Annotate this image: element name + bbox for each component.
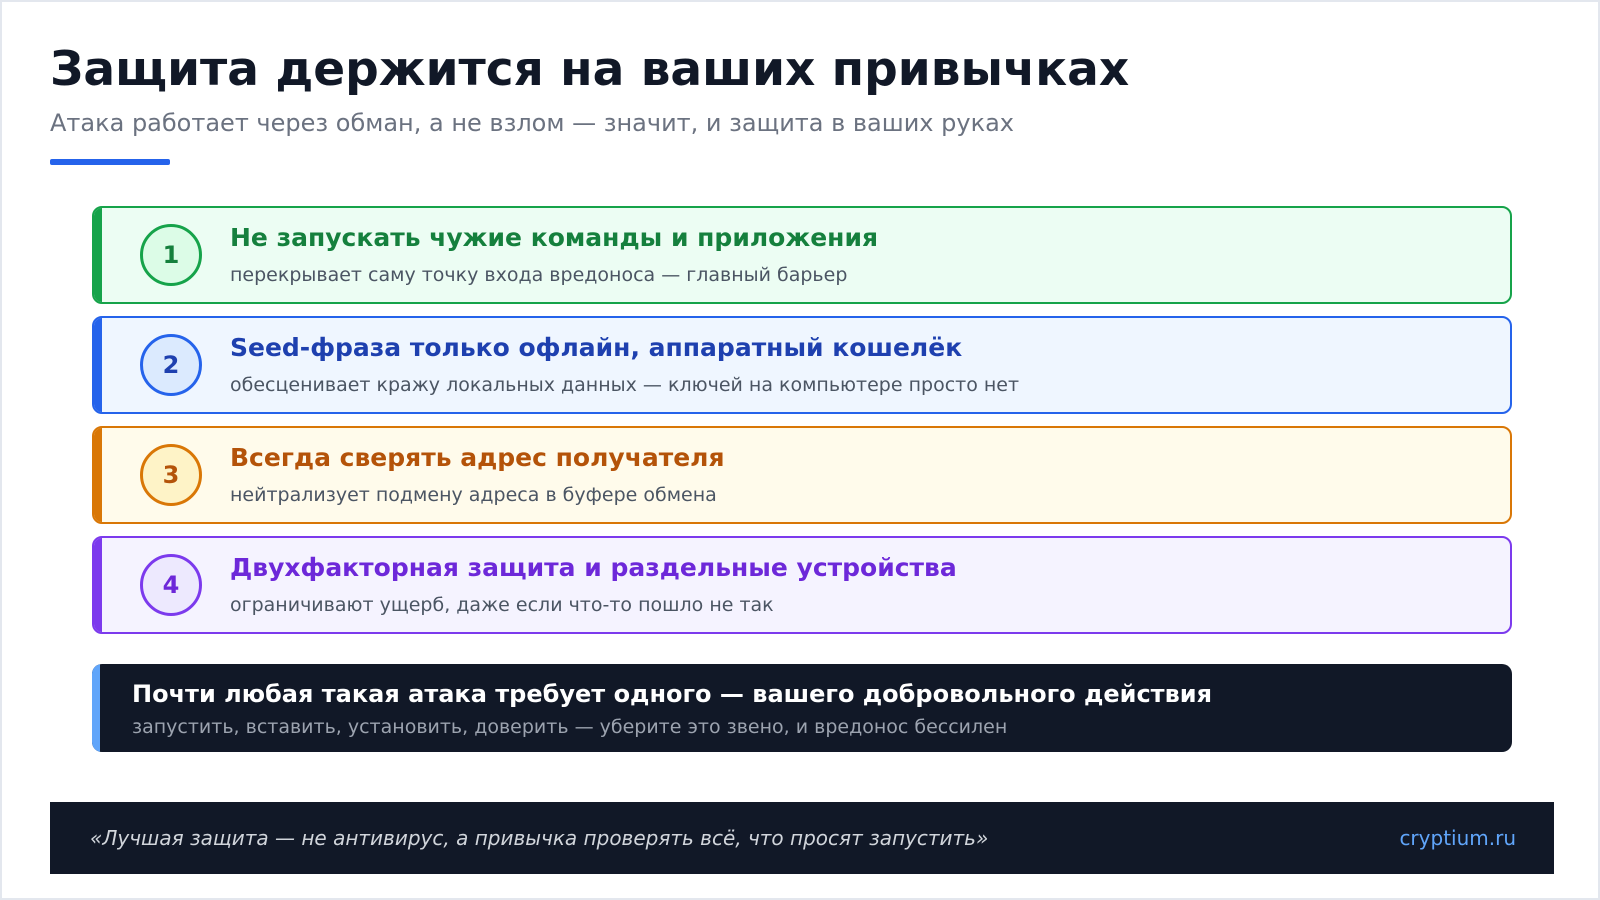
callout-accent-edge bbox=[92, 664, 100, 752]
number-badge: 2 bbox=[140, 334, 202, 396]
habit-title: Не запускать чужие команды и приложения bbox=[230, 223, 879, 252]
habit-title: Seed-фраза только офлайн, аппаратный кош… bbox=[230, 333, 963, 362]
number-badge: 3 bbox=[140, 444, 202, 506]
habit-title: Всегда сверять адрес получателя bbox=[230, 443, 725, 472]
footer-quote: «Лучшая защита — не антивирус, а привычк… bbox=[90, 826, 989, 850]
key-takeaway-callout: Почти любая такая атака требует одного —… bbox=[92, 664, 1512, 752]
footer-bar: «Лучшая защита — не антивирус, а привычк… bbox=[50, 802, 1554, 874]
card-accent-edge bbox=[94, 428, 102, 522]
page-subtitle: Атака работает через обман, а не взлом —… bbox=[50, 109, 1014, 137]
habit-card-4: 4 Двухфакторная защита и раздельные устр… bbox=[92, 536, 1512, 634]
callout-title: Почти любая такая атака требует одного —… bbox=[132, 680, 1212, 708]
site-link[interactable]: cryptium.ru bbox=[1399, 826, 1516, 850]
page-title: Защита держится на ваших привычках bbox=[50, 42, 1130, 97]
habit-description: перекрывает саму точку входа вредоноса —… bbox=[230, 264, 848, 286]
habit-description: обесценивает кражу локальных данных — кл… bbox=[230, 374, 1020, 396]
title-accent-bar bbox=[50, 159, 170, 165]
card-accent-edge bbox=[94, 538, 102, 632]
habit-card-3: 3 Всегда сверять адрес получателя нейтра… bbox=[92, 426, 1512, 524]
habit-title: Двухфакторная защита и раздельные устрой… bbox=[230, 553, 957, 582]
card-accent-edge bbox=[94, 318, 102, 412]
habit-description: нейтрализует подмену адреса в буфере обм… bbox=[230, 484, 717, 506]
number-badge: 1 bbox=[140, 224, 202, 286]
callout-description: запустить, вставить, установить, доверит… bbox=[132, 716, 1008, 738]
habit-card-1: 1 Не запускать чужие команды и приложени… bbox=[92, 206, 1512, 304]
habit-description: ограничивают ущерб, даже если что-то пош… bbox=[230, 594, 774, 616]
habit-card-2: 2 Seed-фраза только офлайн, аппаратный к… bbox=[92, 316, 1512, 414]
card-accent-edge bbox=[94, 208, 102, 302]
slide: Защита держится на ваших привычках Атака… bbox=[0, 0, 1600, 900]
number-badge: 4 bbox=[140, 554, 202, 616]
